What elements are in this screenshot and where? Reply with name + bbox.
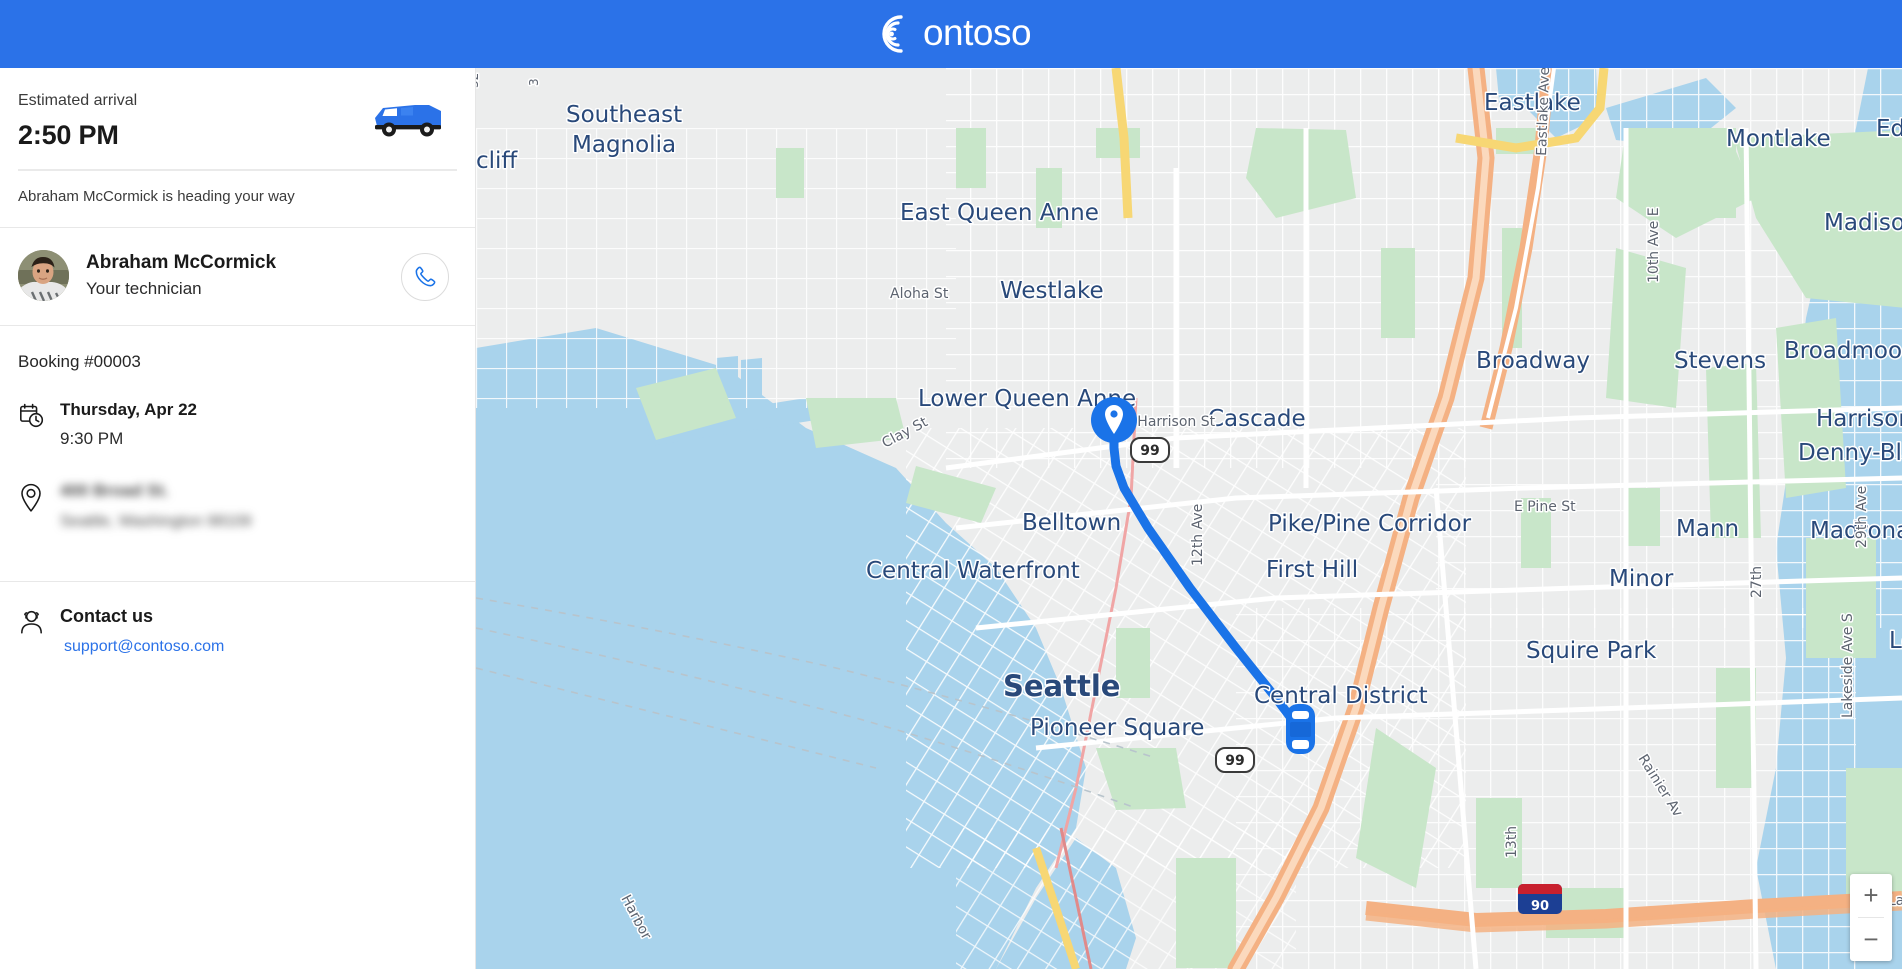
map-label-belltown: Belltown (1022, 510, 1121, 536)
map-label-broadmoor: Broadmoor (1784, 338, 1902, 364)
map-label-e-harrison-st: E Harrison St (1124, 414, 1216, 430)
map-label-magnolia: Magnolia (572, 132, 676, 158)
map-label-27th-ave: 27th (1749, 566, 1765, 598)
map-label-cliff: cliff (476, 148, 518, 174)
map-label-east-queen-anne: East Queen Anne (900, 200, 1099, 226)
tracking-page: ontoso Estimated arrival 2:50 PM Abraham… (0, 0, 1902, 969)
map-label-edgewater: Edgewater P (1876, 116, 1902, 142)
shield-i90: 90 (1518, 884, 1562, 914)
map-label-3: 3 (527, 78, 541, 86)
technician-info: Abraham McCormick Your technician (86, 252, 276, 299)
technician-role: Your technician (86, 279, 202, 298)
map-label-e-pine-st: E Pine St (1514, 499, 1576, 515)
map-label-minor: Minor (1609, 566, 1674, 592)
map-label-lakeside-ave-s: Lakeside Ave S (1840, 613, 1856, 718)
contoso-logo: ontoso (871, 11, 1032, 57)
zoom-in-button[interactable]: + (1850, 874, 1892, 917)
contoso-logo-icon (882, 15, 903, 53)
map-label-seattle: Seattle (1003, 669, 1120, 703)
contact-section: Contact us support@contoso.com (0, 582, 475, 656)
shield-99-north: 99 (1130, 437, 1170, 463)
eta-status-text: Abraham McCormick is heading your way (18, 188, 295, 205)
booking-date: Thursday, Apr 22 (60, 400, 197, 419)
destination-pin-marker[interactable] (1091, 397, 1137, 443)
map-label-first-hill: First Hill (1266, 557, 1358, 583)
contact-info: Contact us support@contoso.com (60, 606, 457, 656)
booking-address-row: 400 Broad St. Seattle, Washington 98109 (18, 481, 457, 531)
map-label-13th: 13th (1504, 826, 1520, 858)
technician-name: Abraham McCormick (86, 252, 277, 273)
tracking-map[interactable]: 99 99 90 cliff Southeast Magnolia East Q… (476, 68, 1902, 969)
technician-avatar (18, 250, 69, 301)
contact-row: Contact us support@contoso.com (18, 606, 457, 656)
calendar-clock-icon (18, 400, 60, 449)
booking-id: Booking #00003 (18, 352, 141, 371)
map-label-squire-park: Squire Park (1526, 638, 1657, 664)
map-canvas: 99 99 90 cliff Southeast Magnolia East Q… (476, 68, 1902, 969)
map-label-madison-park: Madison Park (1824, 210, 1902, 236)
app-header: ontoso (0, 0, 1902, 68)
map-label-westlake: Westlake (1000, 278, 1104, 304)
map-label-32: 32 (476, 73, 481, 88)
zoom-out-button[interactable]: − (1850, 918, 1892, 961)
map-label-southeast: Southeast (566, 102, 682, 128)
map-label-stevens: Stevens (1674, 348, 1766, 374)
support-agent-icon (18, 606, 60, 656)
location-pin-icon (18, 481, 60, 531)
support-email-link[interactable]: support@contoso.com (64, 638, 224, 656)
map-label-10th-ave-e: 10th Ave E (1646, 207, 1662, 283)
booking-sidebar: Estimated arrival 2:50 PM Abraham McCorm… (0, 68, 476, 969)
map-label-eastlake: Eastlake (1484, 90, 1581, 116)
map-label-central-district: Central District (1254, 683, 1428, 709)
map-label-harrison-1: Harrison- (1816, 406, 1902, 432)
map-label-cascade: Cascade (1208, 406, 1306, 432)
shield-99-south: 99 (1215, 747, 1255, 773)
contoso-logo-text: ontoso (922, 12, 1032, 53)
map-zoom-controls: + − (1850, 874, 1892, 961)
map-label-12th-ave: 12th Ave (1190, 504, 1206, 566)
map-label-harrison-2: Denny-Blaine (1798, 440, 1902, 466)
map-label-leschi: Leschi (1889, 628, 1902, 654)
booking-address: 400 Broad St. Seattle, Washington 98109 (60, 481, 457, 531)
vehicle-car-marker[interactable] (1286, 704, 1315, 754)
eta-section: Estimated arrival 2:50 PM Abraham McCorm… (0, 68, 475, 227)
delivery-van-icon (367, 96, 447, 145)
call-technician-button[interactable] (401, 252, 449, 301)
map-label-pike-pine: Pike/Pine Corridor (1268, 511, 1472, 537)
booking-schedule: Thursday, Apr 22 9:30 PM (60, 400, 457, 449)
svg-text:99: 99 (1225, 753, 1244, 769)
contact-title: Contact us (60, 606, 154, 626)
phone-icon (415, 266, 435, 287)
map-label-29th-ave: 29th Ave (1854, 486, 1870, 548)
map-label-aloha-st: Aloha St (890, 286, 949, 302)
booking-section: Booking #00003 Thursday, Apr 22 9:30 PM (0, 326, 475, 541)
booking-schedule-row: Thursday, Apr 22 9:30 PM (18, 400, 457, 449)
address-line-2: Seattle, Washington 98109 (60, 513, 252, 530)
map-label-broadway: Broadway (1476, 348, 1590, 374)
map-label-central-waterfront: Central Waterfront (866, 558, 1080, 584)
map-label-mann: Mann (1676, 516, 1739, 542)
svg-text:99: 99 (1140, 443, 1159, 459)
address-line-1: 400 Broad St. (60, 481, 169, 500)
map-label-montlake: Montlake (1726, 126, 1831, 152)
svg-text:90: 90 (1531, 899, 1549, 914)
technician-row: Abraham McCormick Your technician (0, 228, 475, 325)
booking-time: 9:30 PM (60, 429, 124, 448)
map-label-pioneer-square: Pioneer Square (1030, 715, 1204, 741)
